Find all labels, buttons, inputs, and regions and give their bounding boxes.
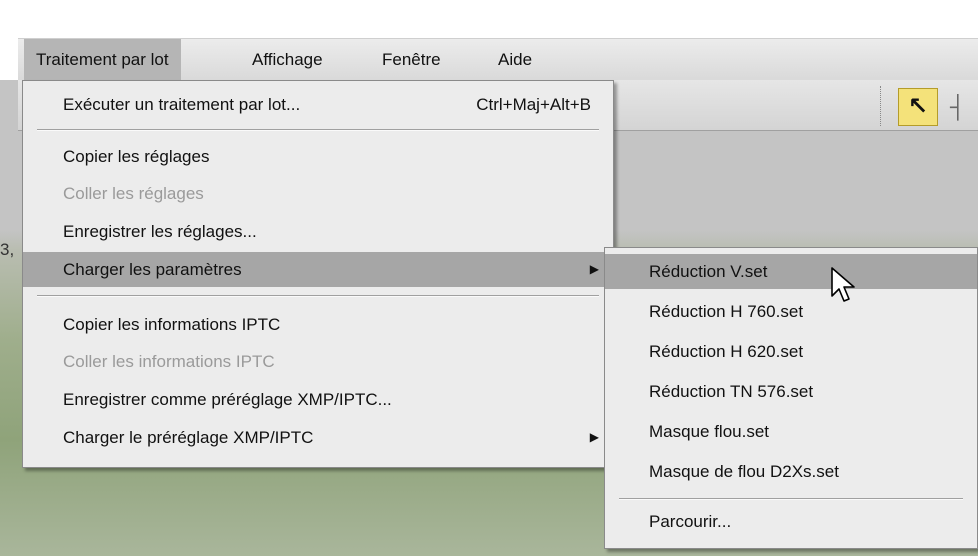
submenu-item-reduction-tn-576[interactable]: Réduction TN 576.set [605,374,977,409]
chevron-right-icon: ▶ [589,262,599,276]
submenu-item-label: Réduction V.set [649,262,768,281]
submenu-item-label: Masque de flou D2Xs.set [649,462,839,481]
menu-item-load-parameters[interactable]: Charger les paramètres ▶ [23,252,613,287]
submenu-item-masque-de-flou-d2xs[interactable]: Masque de flou D2Xs.set [605,454,977,489]
submenu-item-label: Parcourir... [649,512,732,531]
menu-affichage[interactable]: Affichage [240,39,335,81]
menu-item-load-xmp-preset[interactable]: Charger le préréglage XMP/IPTC ▶ [23,420,613,455]
menu-item-label: Copier les réglages [63,147,210,166]
menu-item-label: Charger le préréglage XMP/IPTC [63,428,314,447]
menu-item-label: Enregistrer comme préréglage XMP/IPTC... [63,390,392,409]
menu-item-save-settings[interactable]: Enregistrer les réglages... [23,214,613,249]
menu-fenetre[interactable]: Fenêtre [370,39,453,81]
submenu-item-label: Réduction H 760.set [649,302,804,321]
menu-item-shortcut: Ctrl+Maj+Alt+B [476,95,591,114]
load-parameters-submenu: Réduction V.set Réduction H 760.set Rédu… [604,247,978,549]
chevron-right-icon: ▶ [589,430,599,444]
submenu-item-reduction-h-620[interactable]: Réduction H 620.set [605,334,977,369]
menu-aide[interactable]: Aide [486,39,544,81]
menu-separator [37,295,599,297]
batch-processing-menu: Exécuter un traitement par lot... Ctrl+M… [22,80,614,468]
menu-item-label: Enregistrer les réglages... [63,222,257,241]
menu-item-label: Coller les réglages [63,184,204,203]
selection-arrow-icon[interactable]: ↖ [898,88,938,126]
hand-tool-icon[interactable]: ┤ [950,94,970,120]
submenu-item-reduction-v[interactable]: Réduction V.set [605,254,977,289]
menu-item-paste-settings: Coller les réglages [23,176,613,211]
menu-item-label: Exécuter un traitement par lot... [63,95,301,114]
menu-item-copy-settings[interactable]: Copier les réglages [23,139,613,174]
menu-item-label: Coller les informations IPTC [63,352,275,371]
menu-item-run-batch[interactable]: Exécuter un traitement par lot... Ctrl+M… [23,87,613,122]
menu-separator [37,129,599,131]
submenu-item-masque-flou[interactable]: Masque flou.set [605,414,977,449]
menu-separator [619,498,963,500]
menu-item-paste-iptc: Coller les informations IPTC [23,344,613,379]
toolbar-separator [880,86,884,126]
menu-item-label: Charger les paramètres [63,260,242,279]
submenu-item-reduction-h-760[interactable]: Réduction H 760.set [605,294,977,329]
submenu-item-label: Réduction TN 576.set [649,382,814,401]
menu-item-save-xmp-preset[interactable]: Enregistrer comme préréglage XMP/IPTC... [23,382,613,417]
submenu-item-label: Réduction H 620.set [649,342,804,361]
menu-traitement-par-lot[interactable]: Traitement par lot [24,39,181,81]
partial-side-label: 3, [0,240,15,259]
menu-item-copy-iptc[interactable]: Copier les informations IPTC [23,307,613,342]
submenu-item-label: Masque flou.set [649,422,770,441]
menu-bar: Traitement par lot Affichage Fenêtre Aid… [18,38,978,82]
mouse-pointer-icon [831,267,855,302]
window-top-strip [0,0,978,38]
menu-item-label: Copier les informations IPTC [63,315,281,334]
submenu-item-browse[interactable]: Parcourir... [605,504,977,539]
